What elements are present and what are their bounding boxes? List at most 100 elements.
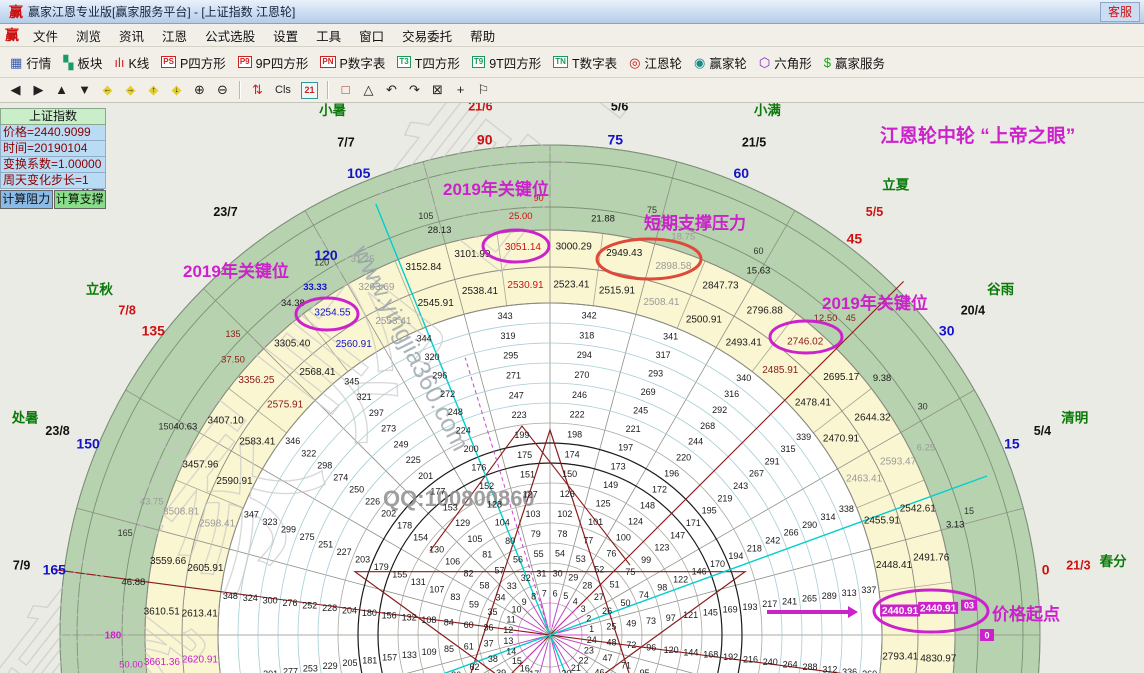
svg-text:267: 267 — [749, 469, 764, 479]
t-updown-button[interactable]: ⇅ — [246, 80, 269, 100]
menu-item-8[interactable]: 交易委托 — [393, 24, 461, 47]
svg-text:60: 60 — [464, 620, 474, 630]
svg-text:343: 343 — [498, 311, 513, 321]
next-button[interactable]: ▶ — [27, 80, 50, 100]
menu-item-6[interactable]: 工具 — [307, 24, 350, 47]
svg-text:125: 125 — [596, 498, 611, 508]
toolbar-kline-button[interactable]: ılıK线 — [108, 50, 155, 74]
menu-item-9[interactable]: 帮助 — [461, 24, 504, 47]
menu-item-0[interactable]: 文件 — [24, 24, 67, 47]
toolbar-9t-square-button[interactable]: T99T四方形 — [466, 50, 547, 74]
svg-text:178: 178 — [397, 521, 412, 531]
calc-support-button[interactable]: 计算支撑 — [54, 190, 107, 209]
svg-text:313: 313 — [842, 588, 857, 598]
pan-down-button[interactable]: ◆↓ — [165, 80, 188, 100]
svg-text:274: 274 — [333, 472, 348, 482]
svg-text:2613.41: 2613.41 — [182, 609, 219, 620]
toolbar-hexagon-button[interactable]: ⬡六角形 — [753, 50, 818, 74]
pan-up-button[interactable]: ◆↑ — [142, 80, 165, 100]
svg-text:2695.17: 2695.17 — [823, 372, 860, 383]
menu-item-1[interactable]: 浏览 — [67, 24, 110, 47]
svg-text:227: 227 — [337, 547, 352, 557]
zoom-in-button[interactable]: ⊕ — [188, 80, 211, 100]
toolbar-winner-wheel-button[interactable]: ◉赢家轮 — [688, 50, 753, 74]
flag-tool-button[interactable]: ⚐ — [472, 80, 495, 100]
rotate-ccw-button[interactable]: ↶ — [380, 80, 403, 100]
svg-text:25: 25 — [606, 621, 616, 631]
svg-text:96: 96 — [646, 642, 656, 652]
toolbar-gann-wheel-button[interactable]: ◎江恩轮 — [623, 50, 688, 74]
toolbar-t-table-button[interactable]: TNT数字表 — [547, 50, 623, 74]
toolbar-board-button[interactable]: ▚板块 — [57, 50, 108, 74]
svg-text:2545.91: 2545.91 — [418, 298, 455, 309]
svg-text:195: 195 — [702, 506, 717, 516]
toolbar-quotes-button[interactable]: ▦行情 — [4, 50, 57, 74]
menu-item-3[interactable]: 江恩 — [153, 24, 196, 47]
svg-text:181: 181 — [362, 655, 377, 665]
svg-text:344: 344 — [417, 334, 432, 344]
svg-text:120: 120 — [314, 247, 338, 263]
svg-text:7/9: 7/9 — [13, 558, 30, 572]
svg-text:346: 346 — [285, 436, 300, 446]
panel-title: 上证指数 — [0, 108, 106, 125]
calendar-button[interactable]: 21 — [301, 82, 318, 99]
toolbar-t-square-button[interactable]: T3T四方形 — [391, 50, 465, 74]
svg-text:297: 297 — [369, 408, 384, 418]
rotate-cw-button[interactable]: ↷ — [403, 80, 426, 100]
menu-item-2[interactable]: 资讯 — [110, 24, 153, 47]
svg-text:15: 15 — [964, 506, 974, 516]
calc-resistance-button[interactable]: 计算阻力 — [0, 190, 53, 209]
move-tool-button[interactable]: + — [449, 80, 472, 100]
svg-text:323: 323 — [262, 517, 277, 527]
svg-text:105: 105 — [347, 165, 371, 181]
9t-square-icon: T9 — [472, 56, 485, 68]
svg-text:169: 169 — [723, 605, 738, 615]
svg-text:82: 82 — [463, 569, 473, 579]
svg-text:43.75: 43.75 — [140, 497, 164, 508]
svg-text:108: 108 — [421, 615, 436, 625]
svg-text:9: 9 — [522, 597, 527, 607]
toolbar-9p-square-button[interactable]: P99P四方形 — [232, 50, 315, 74]
svg-text:266: 266 — [784, 528, 799, 538]
svg-text:268: 268 — [700, 421, 715, 431]
toolbar-p-square-button[interactable]: PSP四方形 — [155, 50, 232, 74]
svg-text:处暑: 处暑 — [11, 410, 39, 426]
svg-text:102: 102 — [557, 509, 572, 519]
customer-service-button[interactable]: 客服 — [1100, 2, 1140, 22]
rect-tool-button[interactable]: □ — [334, 80, 357, 100]
menu-item-4[interactable]: 公式选股 — [196, 24, 264, 47]
pan-right-button[interactable]: ◆→ — [119, 80, 142, 100]
svg-text:296: 296 — [432, 370, 447, 380]
svg-text:130: 130 — [429, 545, 444, 555]
menu-item-7[interactable]: 窗口 — [350, 24, 393, 47]
titlebar: 赢 赢家江恩专业版[赢家服务平台] - [上证指数 江恩轮] 客服 — [0, 0, 1144, 24]
down-button[interactable]: ▼ — [73, 80, 96, 100]
cls-button[interactable]: Cls — [269, 80, 297, 100]
svg-text:2470.91: 2470.91 — [823, 434, 860, 445]
toolbar-service-button[interactable]: $赢家服务 — [818, 50, 891, 74]
svg-text:103: 103 — [525, 509, 540, 519]
svg-text:76: 76 — [606, 549, 616, 559]
svg-text:3: 3 — [581, 604, 586, 614]
svg-text:271: 271 — [506, 371, 521, 381]
svg-text:175: 175 — [517, 450, 532, 460]
svg-text:7: 7 — [542, 588, 547, 598]
prev-button[interactable]: ◀ — [4, 80, 27, 100]
zoom-out-button[interactable]: ⊖ — [211, 80, 234, 100]
svg-text:15: 15 — [1004, 436, 1020, 452]
9p-square-icon: P9 — [238, 56, 252, 68]
frame-tool-button[interactable]: ⊠ — [426, 80, 449, 100]
up-button[interactable]: ▲ — [50, 80, 73, 100]
menu-item-5[interactable]: 设置 — [264, 24, 307, 47]
svg-text:2560.91: 2560.91 — [336, 339, 373, 350]
triangle-tool-button[interactable]: △ — [357, 80, 380, 100]
annotation-eye-of-god: 江恩轮中轮 “上帝之眼” — [880, 124, 1075, 147]
svg-text:193: 193 — [742, 602, 757, 612]
svg-text:222: 222 — [570, 410, 585, 420]
svg-text:173: 173 — [611, 461, 626, 471]
svg-text:84: 84 — [444, 618, 454, 628]
svg-text:241: 241 — [782, 596, 797, 606]
pan-left-button[interactable]: ◆← — [96, 80, 119, 100]
svg-text:229: 229 — [323, 661, 338, 671]
toolbar-p-table-button[interactable]: PNP数字表 — [314, 50, 391, 74]
